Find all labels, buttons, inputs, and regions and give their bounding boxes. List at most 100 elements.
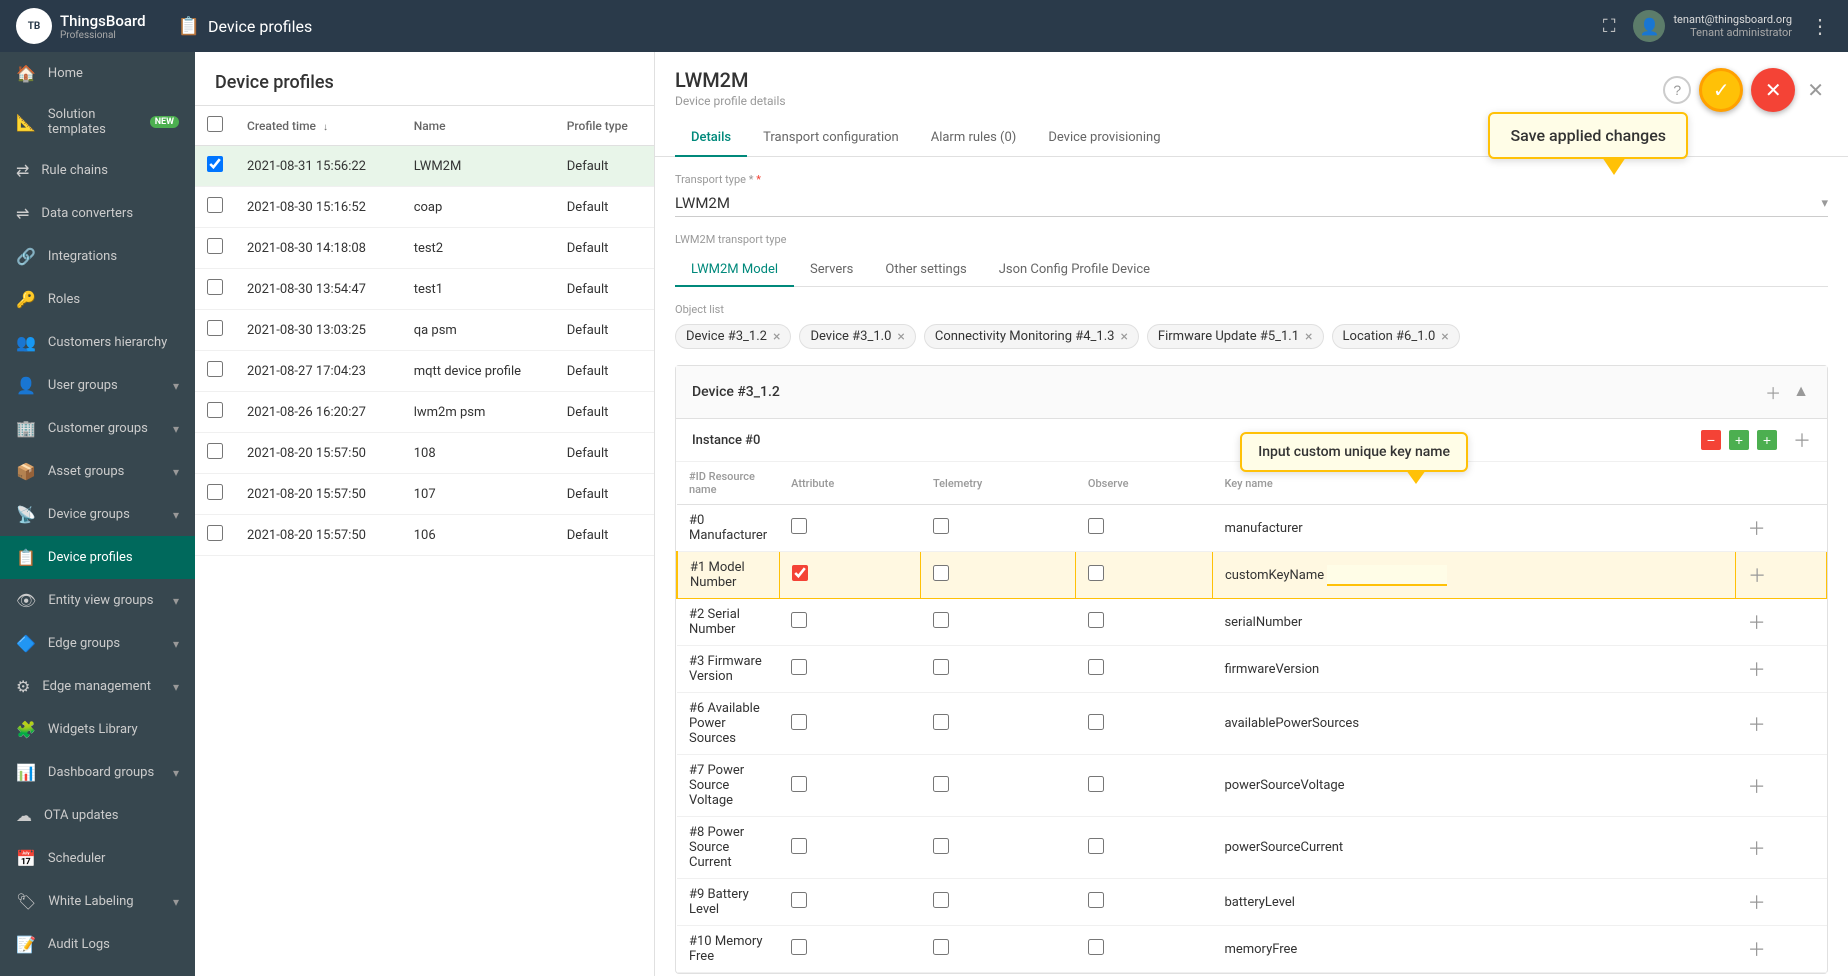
telemetry-checkbox[interactable]: [933, 518, 949, 534]
row-checkbox[interactable]: [207, 443, 223, 459]
row-checkbox[interactable]: [207, 361, 223, 377]
table-row[interactable]: 2021-08-31 15:56:22 LWM2M Default: [195, 146, 654, 187]
resource-add-button[interactable]: ＋: [1748, 562, 1766, 588]
sidebar-item-customer-groups[interactable]: 🏢 Customer groups ▾: [0, 407, 195, 450]
sidebar-item-device-groups[interactable]: 📡 Device groups ▾: [0, 493, 195, 536]
cancel-button[interactable]: ✕: [1751, 68, 1795, 112]
observe-checkbox[interactable]: [1088, 939, 1104, 955]
row-checkbox[interactable]: [207, 238, 223, 254]
sidebar-item-customers-hierarchy[interactable]: 👥 Customers hierarchy: [0, 321, 195, 364]
collapse-button[interactable]: ▲: [1791, 378, 1811, 406]
chip-remove-button[interactable]: ×: [1120, 330, 1127, 344]
instance-add-button-2[interactable]: +: [1757, 430, 1777, 450]
telemetry-checkbox[interactable]: [933, 714, 949, 730]
telemetry-checkbox[interactable]: [933, 612, 949, 628]
close-panel-button[interactable]: ✕: [1803, 74, 1828, 107]
fullscreen-button[interactable]: ⛶: [1601, 14, 1618, 39]
table-row[interactable]: 2021-08-30 14:18:08 test2 Default: [195, 228, 654, 269]
resource-add-button[interactable]: ＋: [1748, 609, 1766, 635]
tab-transport[interactable]: Transport configuration: [747, 120, 915, 157]
sidebar-item-ota-updates[interactable]: ☁ OTA updates: [0, 794, 195, 837]
row-checkbox[interactable]: [207, 320, 223, 336]
select-all-checkbox[interactable]: [207, 116, 223, 132]
sidebar-item-api-usage[interactable]: 📈 Api Usage: [0, 966, 195, 976]
col-created-time[interactable]: Created time ↓: [235, 106, 402, 146]
tab-details[interactable]: Details: [675, 120, 747, 157]
resource-add-button[interactable]: ＋: [1748, 773, 1766, 799]
attribute-checkbox[interactable]: [791, 518, 807, 534]
observe-checkbox[interactable]: [1088, 714, 1104, 730]
transport-tab-json-config[interactable]: Json Config Profile Device: [983, 254, 1166, 287]
table-row[interactable]: 2021-08-30 15:16:52 coap Default: [195, 187, 654, 228]
observe-checkbox[interactable]: [1088, 838, 1104, 854]
sidebar-item-widgets-library[interactable]: 🧩 Widgets Library: [0, 708, 195, 751]
sidebar-item-device-profiles[interactable]: 📋 Device profiles: [0, 536, 195, 579]
attribute-checkbox[interactable]: [791, 714, 807, 730]
row-checkbox[interactable]: [207, 525, 223, 541]
sidebar-item-solution-templates[interactable]: 📐 Solution templates NEW: [0, 95, 195, 149]
chip-remove-button[interactable]: ×: [1305, 330, 1312, 344]
chip-remove-button[interactable]: ×: [773, 330, 780, 344]
attribute-checkbox[interactable]: [791, 838, 807, 854]
key-name-input[interactable]: [1327, 565, 1447, 586]
resource-add-button[interactable]: ＋: [1748, 889, 1766, 915]
transport-tab-other-settings[interactable]: Other settings: [869, 254, 982, 287]
sidebar-item-user-groups[interactable]: 👤 User groups ▾: [0, 364, 195, 407]
chip-remove-button[interactable]: ×: [897, 330, 904, 344]
resource-add-button[interactable]: ＋: [1748, 711, 1766, 737]
table-row[interactable]: 2021-08-20 15:57:50 106 Default: [195, 515, 654, 556]
transport-tab-lwm2m-model[interactable]: LWM2M Model: [675, 254, 794, 287]
attribute-checkbox[interactable]: [792, 565, 808, 581]
sidebar-item-data-converters[interactable]: ⇌ Data converters: [0, 192, 195, 235]
transport-tab-servers[interactable]: Servers: [794, 254, 869, 287]
table-row[interactable]: 2021-08-27 17:04:23 mqtt device profile …: [195, 351, 654, 392]
table-row[interactable]: 2021-08-30 13:03:25 qa psm Default: [195, 310, 654, 351]
row-checkbox[interactable]: [207, 484, 223, 500]
help-button[interactable]: ?: [1663, 76, 1691, 104]
tab-alarm-rules[interactable]: Alarm rules (0): [915, 120, 1033, 157]
telemetry-checkbox[interactable]: [933, 565, 949, 581]
table-row[interactable]: 2021-08-20 15:57:50 108 Default: [195, 433, 654, 474]
sidebar-item-integrations[interactable]: 🔗 Integrations: [0, 235, 195, 278]
row-checkbox[interactable]: [207, 279, 223, 295]
observe-checkbox[interactable]: [1088, 612, 1104, 628]
resource-add-button[interactable]: ＋: [1748, 656, 1766, 682]
sidebar-item-roles[interactable]: 🔑 Roles: [0, 278, 195, 321]
telemetry-checkbox[interactable]: [933, 838, 949, 854]
table-row[interactable]: 2021-08-30 13:54:47 test1 Default: [195, 269, 654, 310]
attribute-checkbox[interactable]: [791, 612, 807, 628]
tab-device-provisioning[interactable]: Device provisioning: [1032, 120, 1176, 157]
table-row[interactable]: 2021-08-20 15:57:50 107 Default: [195, 474, 654, 515]
observe-checkbox[interactable]: [1088, 518, 1104, 534]
sidebar-item-entity-view-groups[interactable]: 👁 Entity view groups ▾: [0, 579, 195, 622]
observe-checkbox[interactable]: [1088, 892, 1104, 908]
attribute-checkbox[interactable]: [791, 939, 807, 955]
instance-remove-button[interactable]: −: [1701, 430, 1721, 450]
instance-add-extra-button[interactable]: ＋: [1793, 427, 1811, 453]
sidebar-item-scheduler[interactable]: 📅 Scheduler: [0, 837, 195, 880]
resource-add-button[interactable]: ＋: [1748, 936, 1766, 962]
attribute-checkbox[interactable]: [791, 659, 807, 675]
sidebar-item-audit-logs[interactable]: 📝 Audit Logs: [0, 923, 195, 966]
observe-checkbox[interactable]: [1088, 776, 1104, 792]
table-row[interactable]: 2021-08-26 16:20:27 lwm2m psm Default: [195, 392, 654, 433]
sidebar-item-dashboard-groups[interactable]: 📊 Dashboard groups ▾: [0, 751, 195, 794]
telemetry-checkbox[interactable]: [933, 892, 949, 908]
expand-less-button[interactable]: ＋: [1763, 378, 1783, 406]
row-checkbox[interactable]: [207, 402, 223, 418]
telemetry-checkbox[interactable]: [933, 659, 949, 675]
sidebar-item-white-labeling[interactable]: 🏷 White Labeling ▾: [0, 880, 195, 923]
observe-checkbox[interactable]: [1088, 659, 1104, 675]
attribute-checkbox[interactable]: [791, 892, 807, 908]
sidebar-item-rule-chains[interactable]: ⇄ Rule chains: [0, 149, 195, 192]
sidebar-item-home[interactable]: 🏠 Home: [0, 52, 195, 95]
sidebar-item-edge-groups[interactable]: 🔷 Edge groups ▾: [0, 622, 195, 665]
chip-remove-button[interactable]: ×: [1441, 330, 1448, 344]
confirm-button[interactable]: ✓: [1699, 68, 1743, 112]
observe-checkbox[interactable]: [1088, 565, 1104, 581]
resource-add-button[interactable]: ＋: [1748, 515, 1766, 541]
row-checkbox[interactable]: [207, 156, 223, 172]
attribute-checkbox[interactable]: [791, 776, 807, 792]
telemetry-checkbox[interactable]: [933, 939, 949, 955]
sidebar-item-edge-management[interactable]: ⚙ Edge management ▾: [0, 665, 195, 708]
